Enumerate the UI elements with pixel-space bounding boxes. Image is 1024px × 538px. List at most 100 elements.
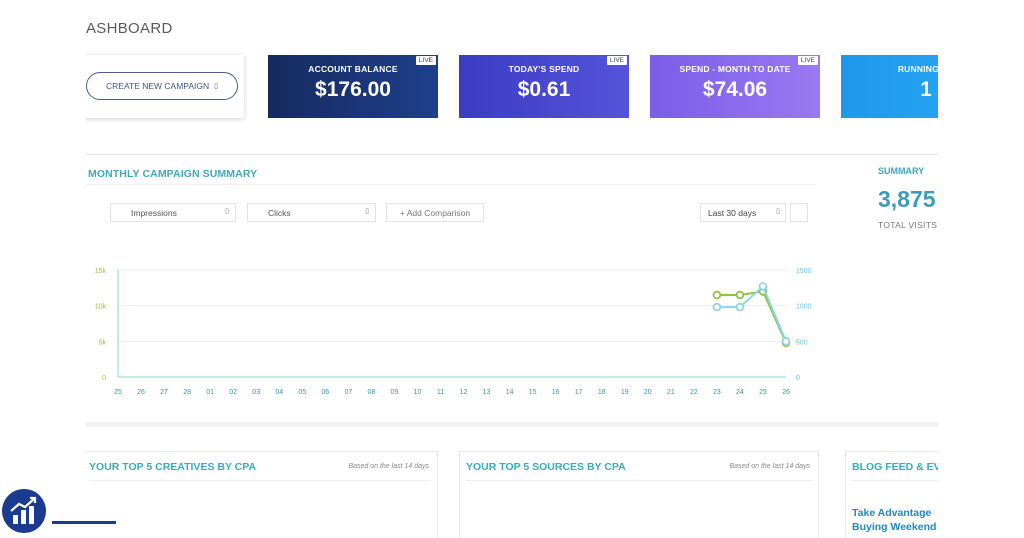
- metric-select-impressions[interactable]: Impressions ▯: [110, 203, 236, 222]
- create-campaign-label: CREATE NEW CAMPAIGN: [106, 81, 210, 91]
- right-axis-tick-label: 0: [796, 375, 800, 382]
- running-campaigns-card: RUNNING CA 1: [841, 55, 938, 118]
- x-axis-tick-label: 14: [506, 389, 514, 396]
- x-axis-tick-label: 17: [575, 389, 583, 396]
- top-sources-panel: YOUR TOP 5 SOURCES BY CPA Based on the l…: [459, 451, 819, 538]
- stat-value: 1: [920, 78, 932, 101]
- panel-title: BLOG FEED & EV: [852, 461, 938, 473]
- top-creatives-panel: YOUR TOP 5 CREATIVES BY CPA Based on the…: [86, 451, 438, 538]
- x-axis-tick-label: 22: [690, 389, 698, 396]
- stat-value: $74.06: [702, 78, 768, 101]
- spend-month-to-date-card: SPEND - MONTH TO DATE $74.06 LIVE: [650, 55, 820, 118]
- logo-underline: [52, 521, 116, 524]
- blog-post-link[interactable]: Take Advantage Buying Weekend: [852, 506, 936, 534]
- left-axis-tick-label: 0: [102, 375, 106, 382]
- x-axis-tick-label: 02: [229, 389, 237, 396]
- x-axis-tick-label: 26: [137, 389, 145, 396]
- blog-post-line: Buying Weekend: [852, 521, 937, 533]
- data-point: [712, 290, 722, 300]
- date-range-select[interactable]: Last 30 days ▯: [700, 203, 786, 222]
- create-campaign-button[interactable]: CREATE NEW CAMPAIGN ▯: [86, 72, 238, 100]
- x-axis-tick-label: 21: [667, 389, 675, 396]
- metric-select-value: Clicks: [268, 207, 291, 218]
- metric-select-clicks[interactable]: Clicks ▯: [247, 203, 376, 222]
- campaign-line-chart: 0 5k 10k 15k 0 500 1000 1500 25 26 27 28 01 02 03 04 05 0…: [95, 268, 812, 396]
- page-title: ASHBOARD: [86, 20, 173, 37]
- data-point: [781, 337, 791, 346]
- add-comparison-button[interactable]: + Add Comparison: [386, 203, 484, 222]
- summary-value: 3,875: [878, 186, 936, 212]
- stat-label: ACCOUNT BALANCE: [308, 64, 398, 74]
- dropdown-icon: ▯: [776, 208, 780, 215]
- stat-label: RUNNING CA: [897, 64, 938, 74]
- panel-title: YOUR TOP 5 SOURCES BY CPA: [466, 461, 626, 473]
- x-axis-tick-label: 25: [114, 389, 122, 396]
- metric-select-value: Impressions: [131, 207, 177, 218]
- x-axis-tick-label: 07: [344, 389, 352, 396]
- panel-note: Based on the last 14 days: [348, 463, 429, 470]
- panel-divider: [89, 480, 431, 481]
- live-badge: LIVE: [797, 56, 818, 65]
- panel-divider: [466, 480, 812, 481]
- x-axis-tick-label: 06: [321, 389, 329, 396]
- x-axis-tick-label: 10: [414, 389, 422, 396]
- date-range-apply-button[interactable]: [790, 203, 808, 222]
- live-badge: LIVE: [606, 56, 627, 65]
- data-point: [758, 282, 768, 291]
- x-axis-tick-label: 05: [298, 389, 306, 396]
- dashboard-page: ASHBOARD CREATE NEW CAMPAIGN ▯ ACCOUNT B…: [86, 0, 938, 538]
- x-axis-tick-label: 27: [160, 389, 168, 396]
- x-axis-tick-label: 20: [644, 389, 652, 396]
- live-badge: LIVE: [415, 56, 436, 65]
- title-underline: [86, 184, 816, 185]
- x-axis-tick-label: 28: [183, 389, 191, 396]
- left-axis-tick-label: 5k: [99, 339, 107, 346]
- stat-value: $176.00: [315, 78, 391, 101]
- x-axis-tick-label: 01: [206, 389, 214, 396]
- blog-post-line: Take Advantage: [852, 507, 932, 519]
- left-axis-tick-label: 15k: [95, 268, 107, 275]
- x-axis-tick-label: 12: [460, 389, 468, 396]
- account-balance-card: ACCOUNT BALANCE $176.00 LIVE: [268, 55, 438, 118]
- data-point: [712, 302, 722, 312]
- dropdown-icon: ▯: [225, 208, 229, 215]
- blog-feed-panel: BLOG FEED & EV Take Advantage Buying Wee…: [845, 451, 938, 538]
- panel-divider: [852, 480, 938, 481]
- x-axis-tick-label: 03: [252, 389, 260, 396]
- screenshot-stage: ASHBOARD CREATE NEW CAMPAIGN ▯ ACCOUNT B…: [0, 0, 1024, 538]
- x-axis-tick-label: 16: [552, 389, 560, 396]
- data-point: [735, 302, 745, 312]
- right-axis-tick-label: 500: [796, 339, 808, 346]
- x-axis-tick-label: 18: [598, 389, 606, 396]
- x-axis-tick-label: 15: [529, 389, 537, 396]
- panel-note: Based on the last 14 days: [729, 463, 810, 470]
- stat-value: $0.61: [517, 78, 571, 101]
- x-axis-tick-label: 26: [782, 389, 790, 396]
- right-axis-tick-label: 1000: [796, 304, 812, 311]
- date-range-value: Last 30 days: [708, 208, 757, 218]
- dropdown-icon: ▯: [365, 208, 369, 215]
- x-axis-tick-label: 09: [391, 389, 399, 396]
- calendar-icon: ▯: [214, 83, 218, 90]
- x-axis-tick-label: 13: [483, 389, 491, 396]
- x-axis-tick-label: 19: [621, 389, 629, 396]
- x-axis-tick-label: 11: [437, 389, 444, 396]
- summary-label: SUMMARY: [878, 166, 925, 176]
- left-axis-tick-label: 10k: [95, 304, 107, 311]
- data-point: [735, 290, 745, 300]
- section-divider-band: [86, 422, 938, 427]
- x-axis-tick-label: 08: [367, 389, 375, 396]
- todays-spend-card: TODAY'S SPEND $0.61 LIVE: [459, 55, 629, 118]
- monthly-summary-title: MONTHLY CAMPAIGN SUMMARY: [88, 168, 258, 180]
- stat-label: TODAY'S SPEND: [508, 64, 580, 74]
- x-axis-tick-label: 25: [759, 389, 767, 396]
- x-axis-tick-label: 23: [713, 389, 721, 396]
- x-axis-tick-label: 24: [736, 389, 744, 396]
- summary-subtitle: TOTAL VISITS: [878, 220, 938, 230]
- right-axis-tick-label: 1500: [796, 268, 812, 275]
- stat-label: SPEND - MONTH TO DATE: [679, 64, 791, 74]
- create-campaign-card: CREATE NEW CAMPAIGN ▯: [86, 55, 244, 118]
- x-axis-tick-label: 04: [275, 389, 283, 396]
- section-divider: [86, 154, 938, 155]
- bar-chart-growth-icon: [2, 489, 46, 533]
